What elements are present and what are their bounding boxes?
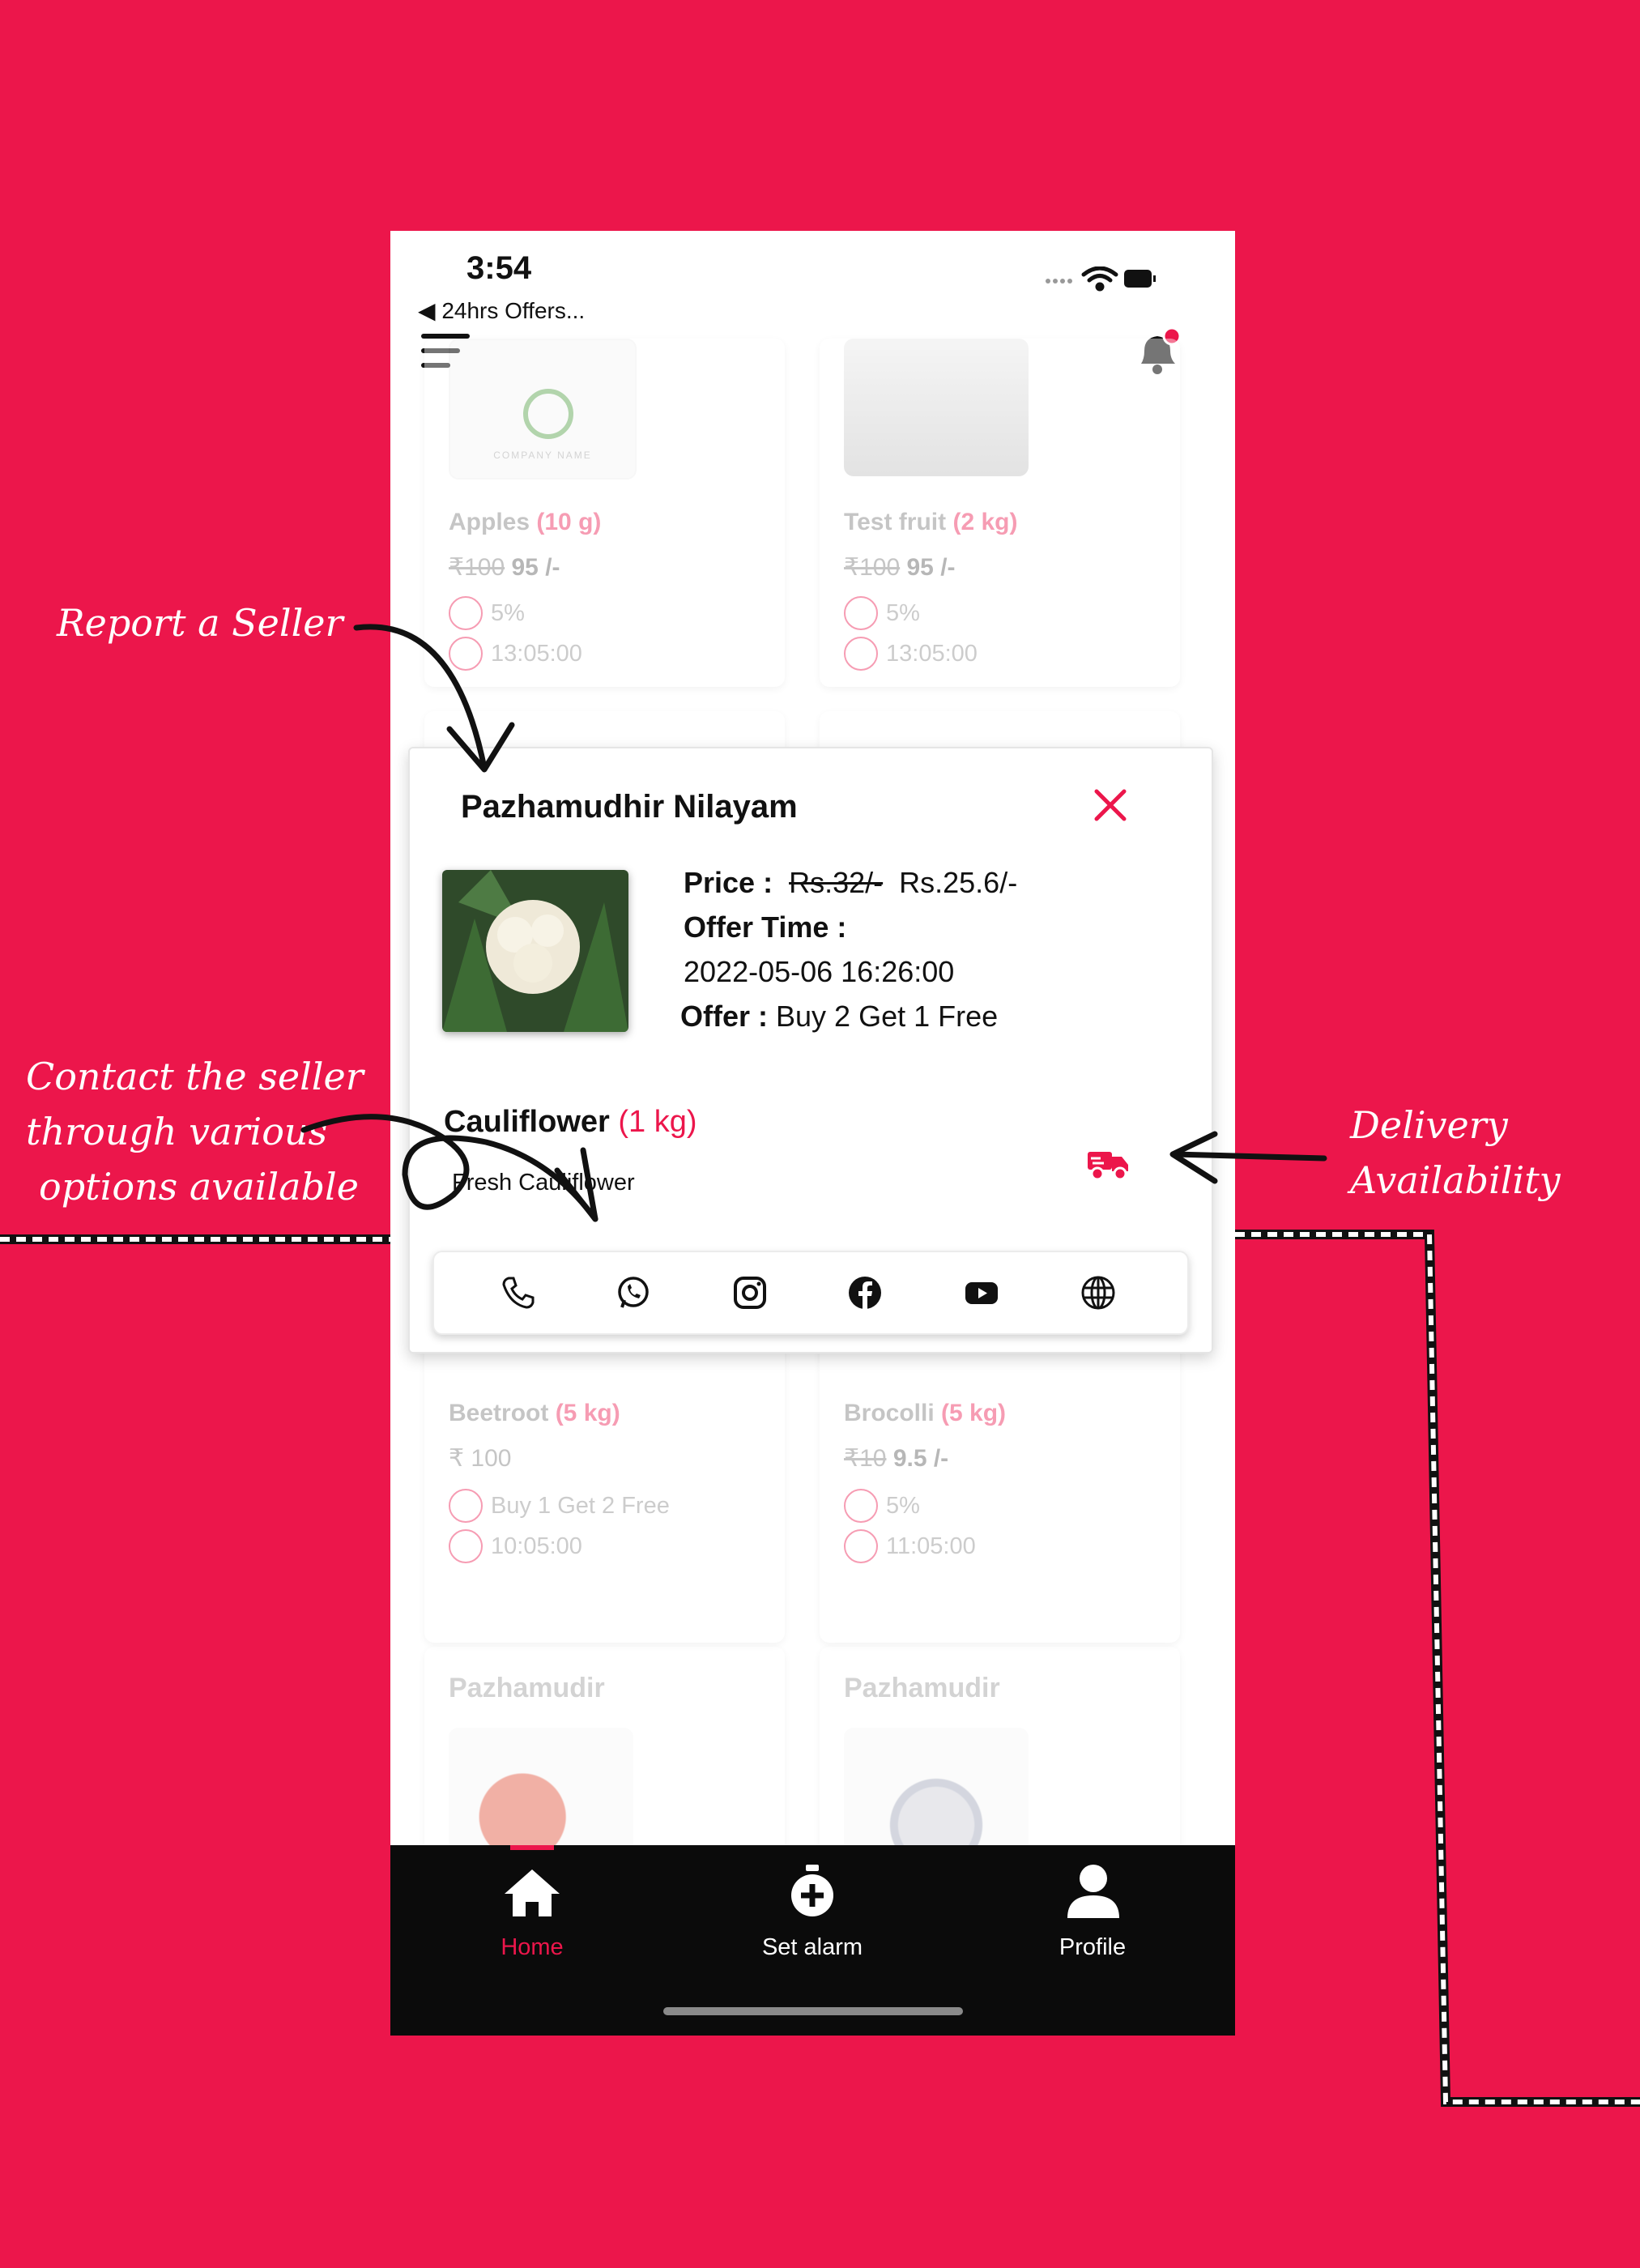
annotation-arrows	[300, 624, 1327, 1222]
contact-arrow	[300, 1114, 598, 1222]
delivery-arrow	[1171, 1151, 1327, 1162]
